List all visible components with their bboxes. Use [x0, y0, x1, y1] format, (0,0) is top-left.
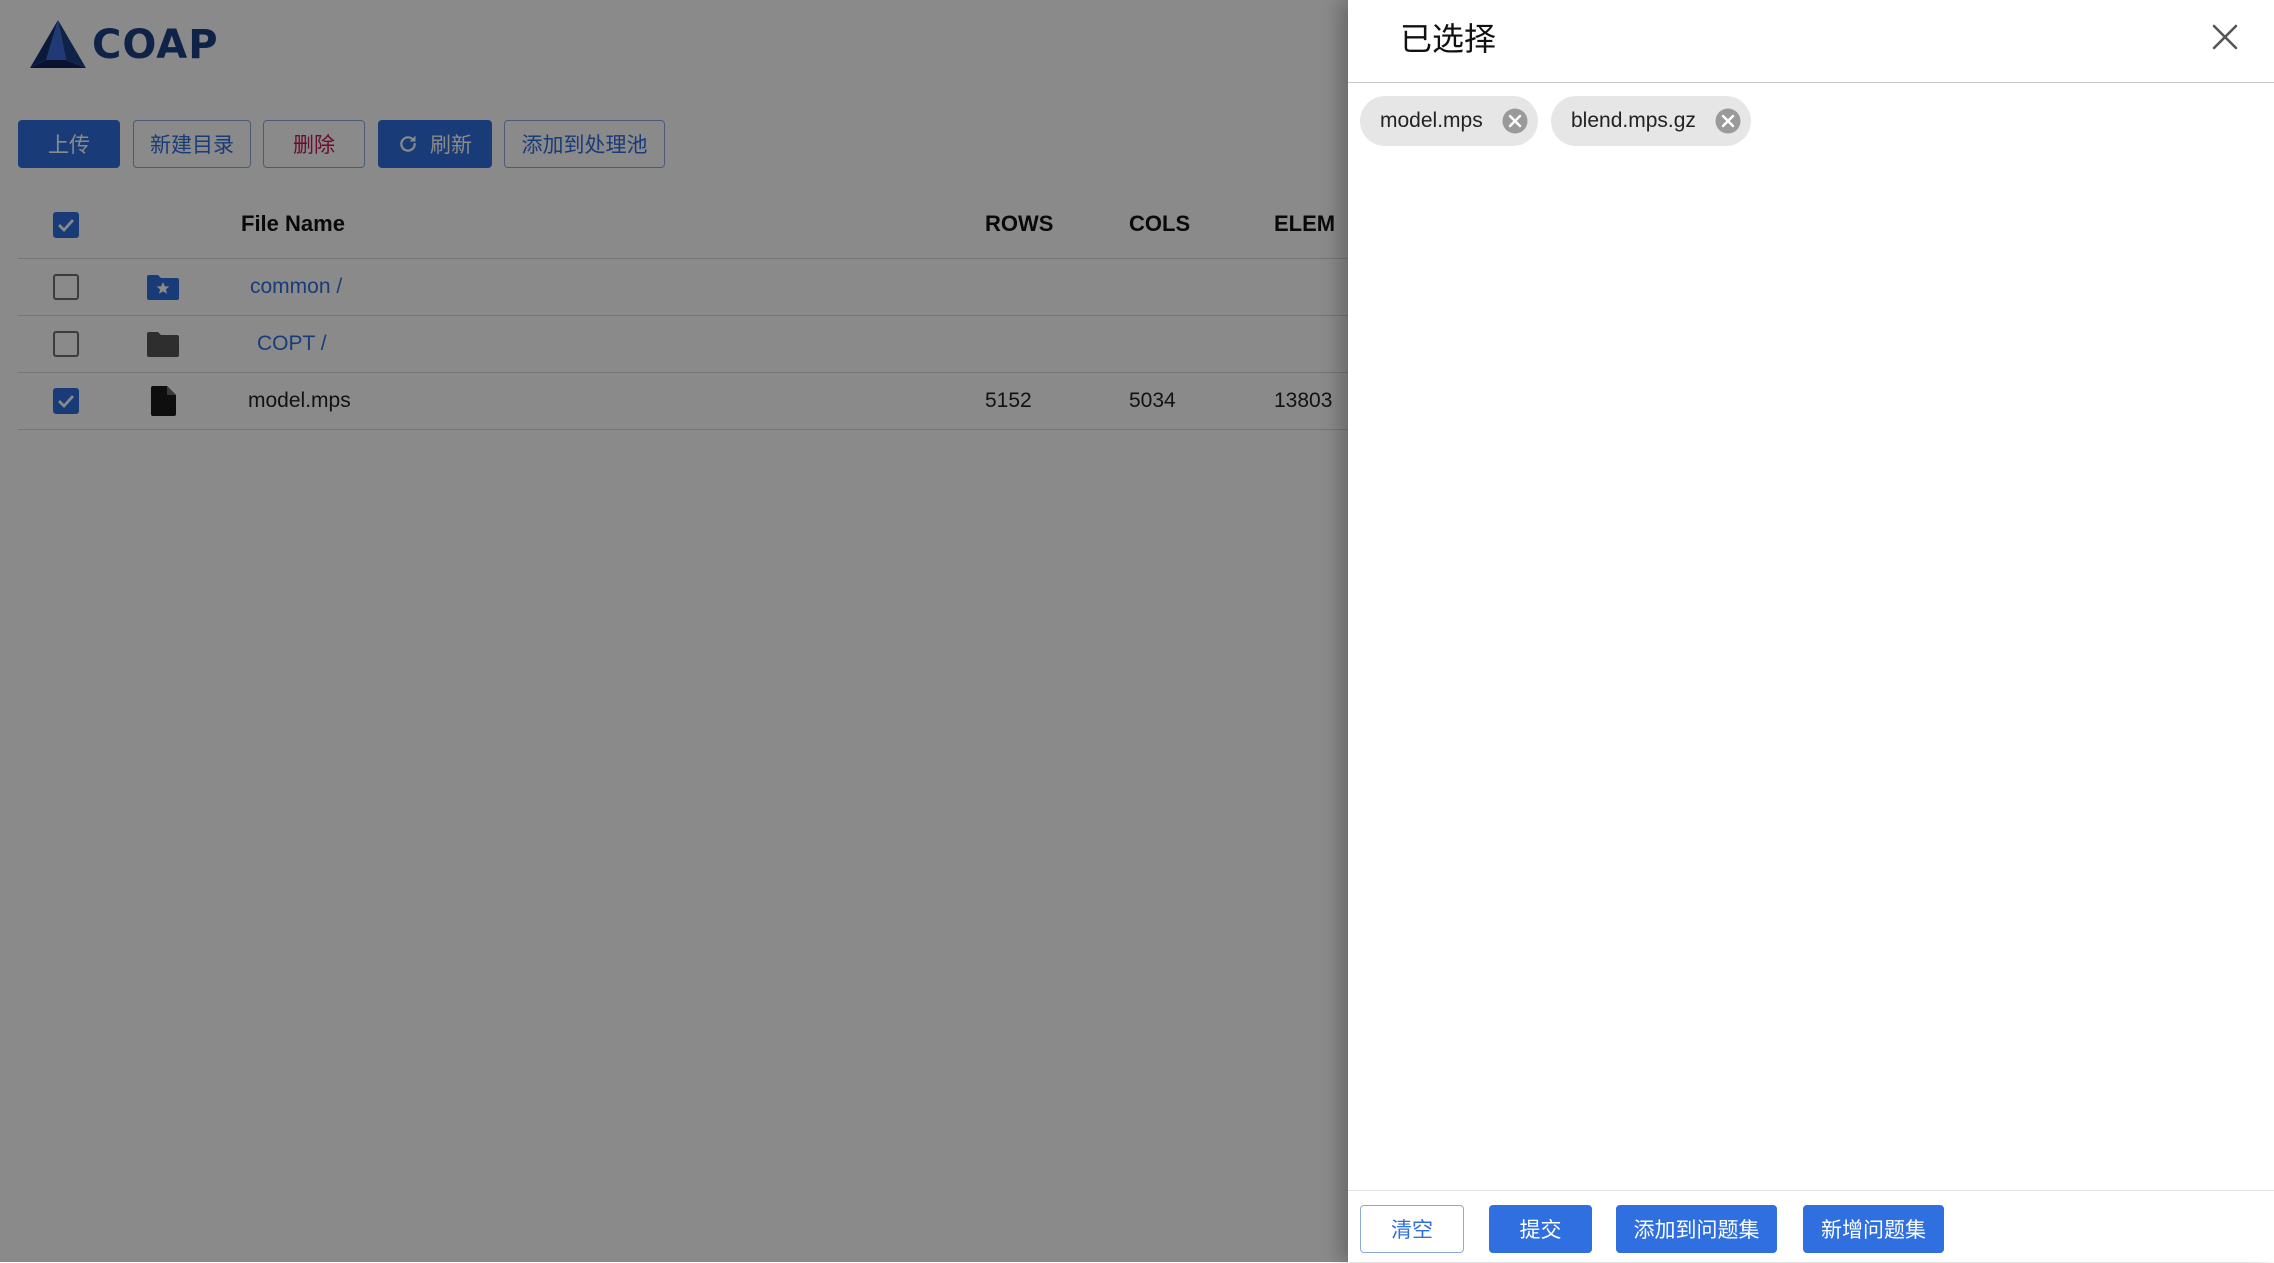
submit-button[interactable]: 提交	[1489, 1205, 1592, 1253]
circle-x-icon[interactable]	[1715, 108, 1741, 134]
modal-overlay[interactable]	[0, 0, 1348, 1262]
circle-x-icon[interactable]	[1502, 108, 1528, 134]
new-problem-set-button[interactable]: 新增问题集	[1803, 1205, 1944, 1253]
add-to-problem-set-button[interactable]: 添加到问题集	[1616, 1205, 1777, 1253]
close-icon[interactable]	[2210, 22, 2240, 52]
app-root: COAP 上传 新建目录 删除 刷新 添加到处理池 File Name ROWS…	[0, 0, 2274, 1262]
chip-label: blend.mps.gz	[1571, 109, 1696, 132]
add-to-problem-set-button-label: 添加到问题集	[1633, 1218, 1760, 1242]
clear-button[interactable]: 清空	[1360, 1205, 1464, 1253]
selection-drawer: 已选择 model.mps blend.mps.gz 清空 提交 添加到问题集 …	[1348, 0, 2274, 1262]
clear-button-label: 清空	[1391, 1218, 1433, 1242]
chip-label: model.mps	[1380, 109, 1483, 132]
drawer-title: 已选择	[1400, 20, 1497, 58]
selected-file-chip[interactable]: blend.mps.gz	[1551, 96, 1751, 146]
new-problem-set-button-label: 新增问题集	[1821, 1218, 1926, 1242]
selected-file-chip[interactable]: model.mps	[1360, 96, 1538, 146]
submit-button-label: 提交	[1519, 1218, 1562, 1242]
drawer-footer: 清空 提交 添加到问题集 新增问题集	[1348, 1190, 2274, 1263]
drawer-header: 已选择	[1348, 0, 2274, 83]
